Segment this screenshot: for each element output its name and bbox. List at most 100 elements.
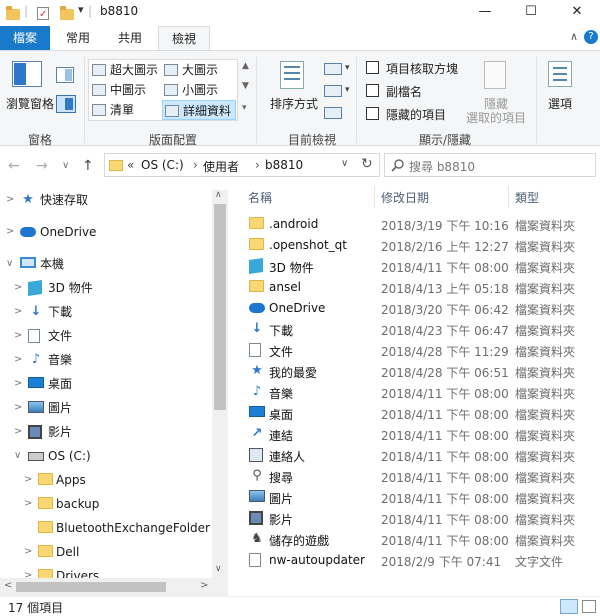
file-row[interactable]: 文件 2018/4/28 下午 11:29 檔案資料夾 — [228, 340, 600, 361]
layout-list[interactable]: 清單 — [90, 100, 134, 120]
file-row[interactable]: 3D 物件 2018/4/11 下午 08:00 檔案資料夾 — [228, 256, 600, 277]
details-pane-icon[interactable] — [56, 95, 76, 113]
column-type[interactable]: 類型 — [515, 188, 539, 208]
expand-chevron-icon[interactable]: > — [14, 325, 22, 347]
breadcrumb-users[interactable]: 使用者 — [203, 158, 239, 175]
layout-large-icons[interactable]: 大圖示 — [162, 60, 218, 80]
layout-extra-large-icons[interactable]: 超大圖示 — [90, 60, 158, 80]
expand-chevron-icon[interactable]: > — [14, 421, 22, 443]
sidebar-item[interactable]: > ↓ 下載 — [0, 301, 210, 323]
properties-icon[interactable]: ✓ — [36, 5, 50, 20]
sidebar-item[interactable]: > ★ 快速存取 — [0, 189, 210, 211]
file-row[interactable]: ↗ 連結 2018/4/11 下午 08:00 檔案資料夾 — [228, 424, 600, 445]
file-row[interactable]: 桌面 2018/4/11 下午 08:00 檔案資料夾 — [228, 403, 600, 424]
expand-chevron-icon[interactable]: > — [14, 397, 22, 419]
tab-share[interactable]: 共用 — [108, 26, 152, 50]
size-columns-icon[interactable] — [324, 107, 342, 119]
sidebar-vertical-scrollbar[interactable]: ∧ ∨ — [212, 190, 228, 596]
search-box[interactable]: 搜尋 b8810 — [384, 153, 596, 177]
sidebar-item[interactable]: >3D 物件 — [0, 277, 210, 299]
maximize-button[interactable]: ☐ — [508, 0, 554, 26]
layout-medium-icons[interactable]: 中圖示 — [90, 80, 146, 100]
layout-details[interactable]: 詳細資料 — [162, 100, 236, 120]
item-checkboxes-checkbox[interactable] — [366, 61, 379, 74]
sidebar-item[interactable]: ∨ OS (C:) — [0, 445, 210, 467]
expand-chevron-icon[interactable]: ∨ — [6, 253, 13, 275]
new-folder-icon[interactable] — [60, 5, 74, 20]
hidden-items-label[interactable]: 隱藏的項目 — [386, 106, 446, 123]
item-checkboxes-label[interactable]: 項目核取方塊 — [386, 60, 458, 77]
navigation-pane-icon[interactable] — [12, 61, 42, 87]
scroll-down-icon[interactable]: ∨ — [215, 564, 222, 574]
expand-chevron-icon[interactable]: > — [14, 373, 22, 395]
add-columns-icon[interactable] — [324, 85, 342, 97]
file-row[interactable]: ♞ 儲存的遊戲 2018/4/11 下午 08:00 檔案資料夾 — [228, 529, 600, 550]
file-row[interactable]: ♪ 音樂 2018/4/11 下午 08:00 檔案資料夾 — [228, 382, 600, 403]
up-button[interactable]: ↑ — [82, 158, 94, 174]
navigation-pane-label[interactable]: 瀏覽窗格 — [6, 95, 54, 112]
column-date-modified[interactable]: 修改日期 — [381, 188, 429, 208]
file-row[interactable]: .openshot_qt 2018/2/16 上午 12:27 檔案資料夾 — [228, 235, 600, 256]
sidebar-item[interactable]: > Apps — [0, 469, 210, 491]
details-view-icon[interactable] — [560, 599, 578, 614]
collapse-ribbon-icon[interactable]: ∧ — [570, 30, 578, 43]
sidebar-item[interactable]: > 影片 — [0, 421, 210, 443]
file-extensions-label[interactable]: 副檔名 — [386, 83, 422, 100]
expand-chevron-icon[interactable]: > — [6, 221, 14, 243]
scroll-left-icon[interactable]: < — [4, 580, 12, 591]
help-icon[interactable]: ? — [584, 30, 598, 44]
expand-chevron-icon[interactable]: > — [24, 493, 32, 515]
sidebar-item[interactable]: BluetoothExchangeFolder — [0, 517, 210, 539]
breadcrumb-b8810[interactable]: b8810 — [265, 158, 303, 172]
file-row[interactable]: 影片 2018/4/11 下午 08:00 檔案資料夾 — [228, 508, 600, 529]
file-row[interactable]: 連絡人 2018/4/11 下午 08:00 檔案資料夾 — [228, 445, 600, 466]
file-extensions-checkbox[interactable] — [366, 84, 379, 97]
file-row[interactable]: ★ 我的最愛 2018/4/28 下午 06:51 檔案資料夾 — [228, 361, 600, 382]
qa-dropdown-icon[interactable]: ▾ — [78, 3, 84, 16]
sidebar-item[interactable]: > 圖片 — [0, 397, 210, 419]
sidebar-item[interactable]: ∨ 本機 — [0, 253, 210, 275]
scroll-up-icon[interactable]: ∧ — [215, 190, 222, 200]
expand-chevron-icon[interactable]: > — [14, 349, 22, 371]
file-row[interactable]: OneDrive 2018/3/20 下午 06:42 檔案資料夾 — [228, 298, 600, 319]
forward-button[interactable]: → — [36, 158, 48, 174]
hidden-items-checkbox[interactable] — [366, 107, 379, 120]
file-row[interactable]: .android 2018/3/19 下午 10:16 檔案資料夾 — [228, 214, 600, 235]
scroll-right-icon[interactable]: > — [200, 580, 208, 591]
expand-chevron-icon[interactable]: > — [14, 277, 22, 299]
expand-chevron-icon[interactable]: > — [6, 189, 14, 211]
address-bar[interactable]: « OS (C:) › 使用者 › b8810 ∨ ↻ — [104, 153, 380, 177]
sidebar-item[interactable]: > OneDrive — [0, 221, 210, 243]
breadcrumb-os[interactable]: OS (C:) — [141, 158, 184, 172]
options-label[interactable]: 選項 — [548, 95, 572, 112]
minimize-button[interactable]: — — [462, 0, 508, 26]
expand-chevron-icon[interactable]: > — [24, 541, 32, 563]
large-icons-view-icon[interactable] — [582, 600, 596, 613]
tab-view[interactable]: 檢視 — [158, 26, 210, 51]
dropdown-icon[interactable]: ▾ — [345, 85, 350, 95]
scroll-thumb[interactable] — [16, 582, 166, 592]
file-row[interactable]: ⚲ 搜尋 2018/4/11 下午 08:00 檔案資料夾 — [228, 466, 600, 487]
sidebar-item[interactable]: > 桌面 — [0, 373, 210, 395]
sidebar-horizontal-scrollbar[interactable]: < > — [0, 578, 212, 596]
sort-by-icon[interactable] — [280, 61, 304, 89]
options-icon[interactable] — [548, 61, 572, 87]
layout-small-icons[interactable]: 小圖示 — [162, 80, 218, 100]
sidebar-item[interactable]: > backup — [0, 493, 210, 515]
file-row[interactable]: 圖片 2018/4/11 下午 08:00 檔案資料夾 — [228, 487, 600, 508]
expand-chevron-icon[interactable]: > — [24, 469, 32, 491]
overflow-chevron[interactable]: « — [127, 158, 134, 172]
scroll-thumb[interactable] — [214, 204, 226, 410]
sort-by-label[interactable]: 排序方式 — [270, 95, 318, 112]
preview-pane-icon[interactable] — [56, 67, 74, 83]
address-dropdown-icon[interactable]: ∨ — [341, 158, 348, 169]
hide-selected-icon[interactable] — [484, 61, 506, 89]
close-button[interactable]: ✕ — [554, 0, 600, 26]
sidebar-item[interactable]: > ♪ 音樂 — [0, 349, 210, 371]
gallery-more-icon[interactable]: ▾ — [242, 103, 247, 113]
column-name[interactable]: 名稱 — [248, 188, 272, 208]
file-row[interactable]: ansel 2018/4/13 上午 05:18 檔案資料夾 — [228, 277, 600, 298]
gallery-down-icon[interactable]: ▼ — [242, 81, 249, 91]
refresh-icon[interactable]: ↻ — [361, 156, 373, 172]
tab-file[interactable]: 檔案 — [0, 26, 50, 50]
